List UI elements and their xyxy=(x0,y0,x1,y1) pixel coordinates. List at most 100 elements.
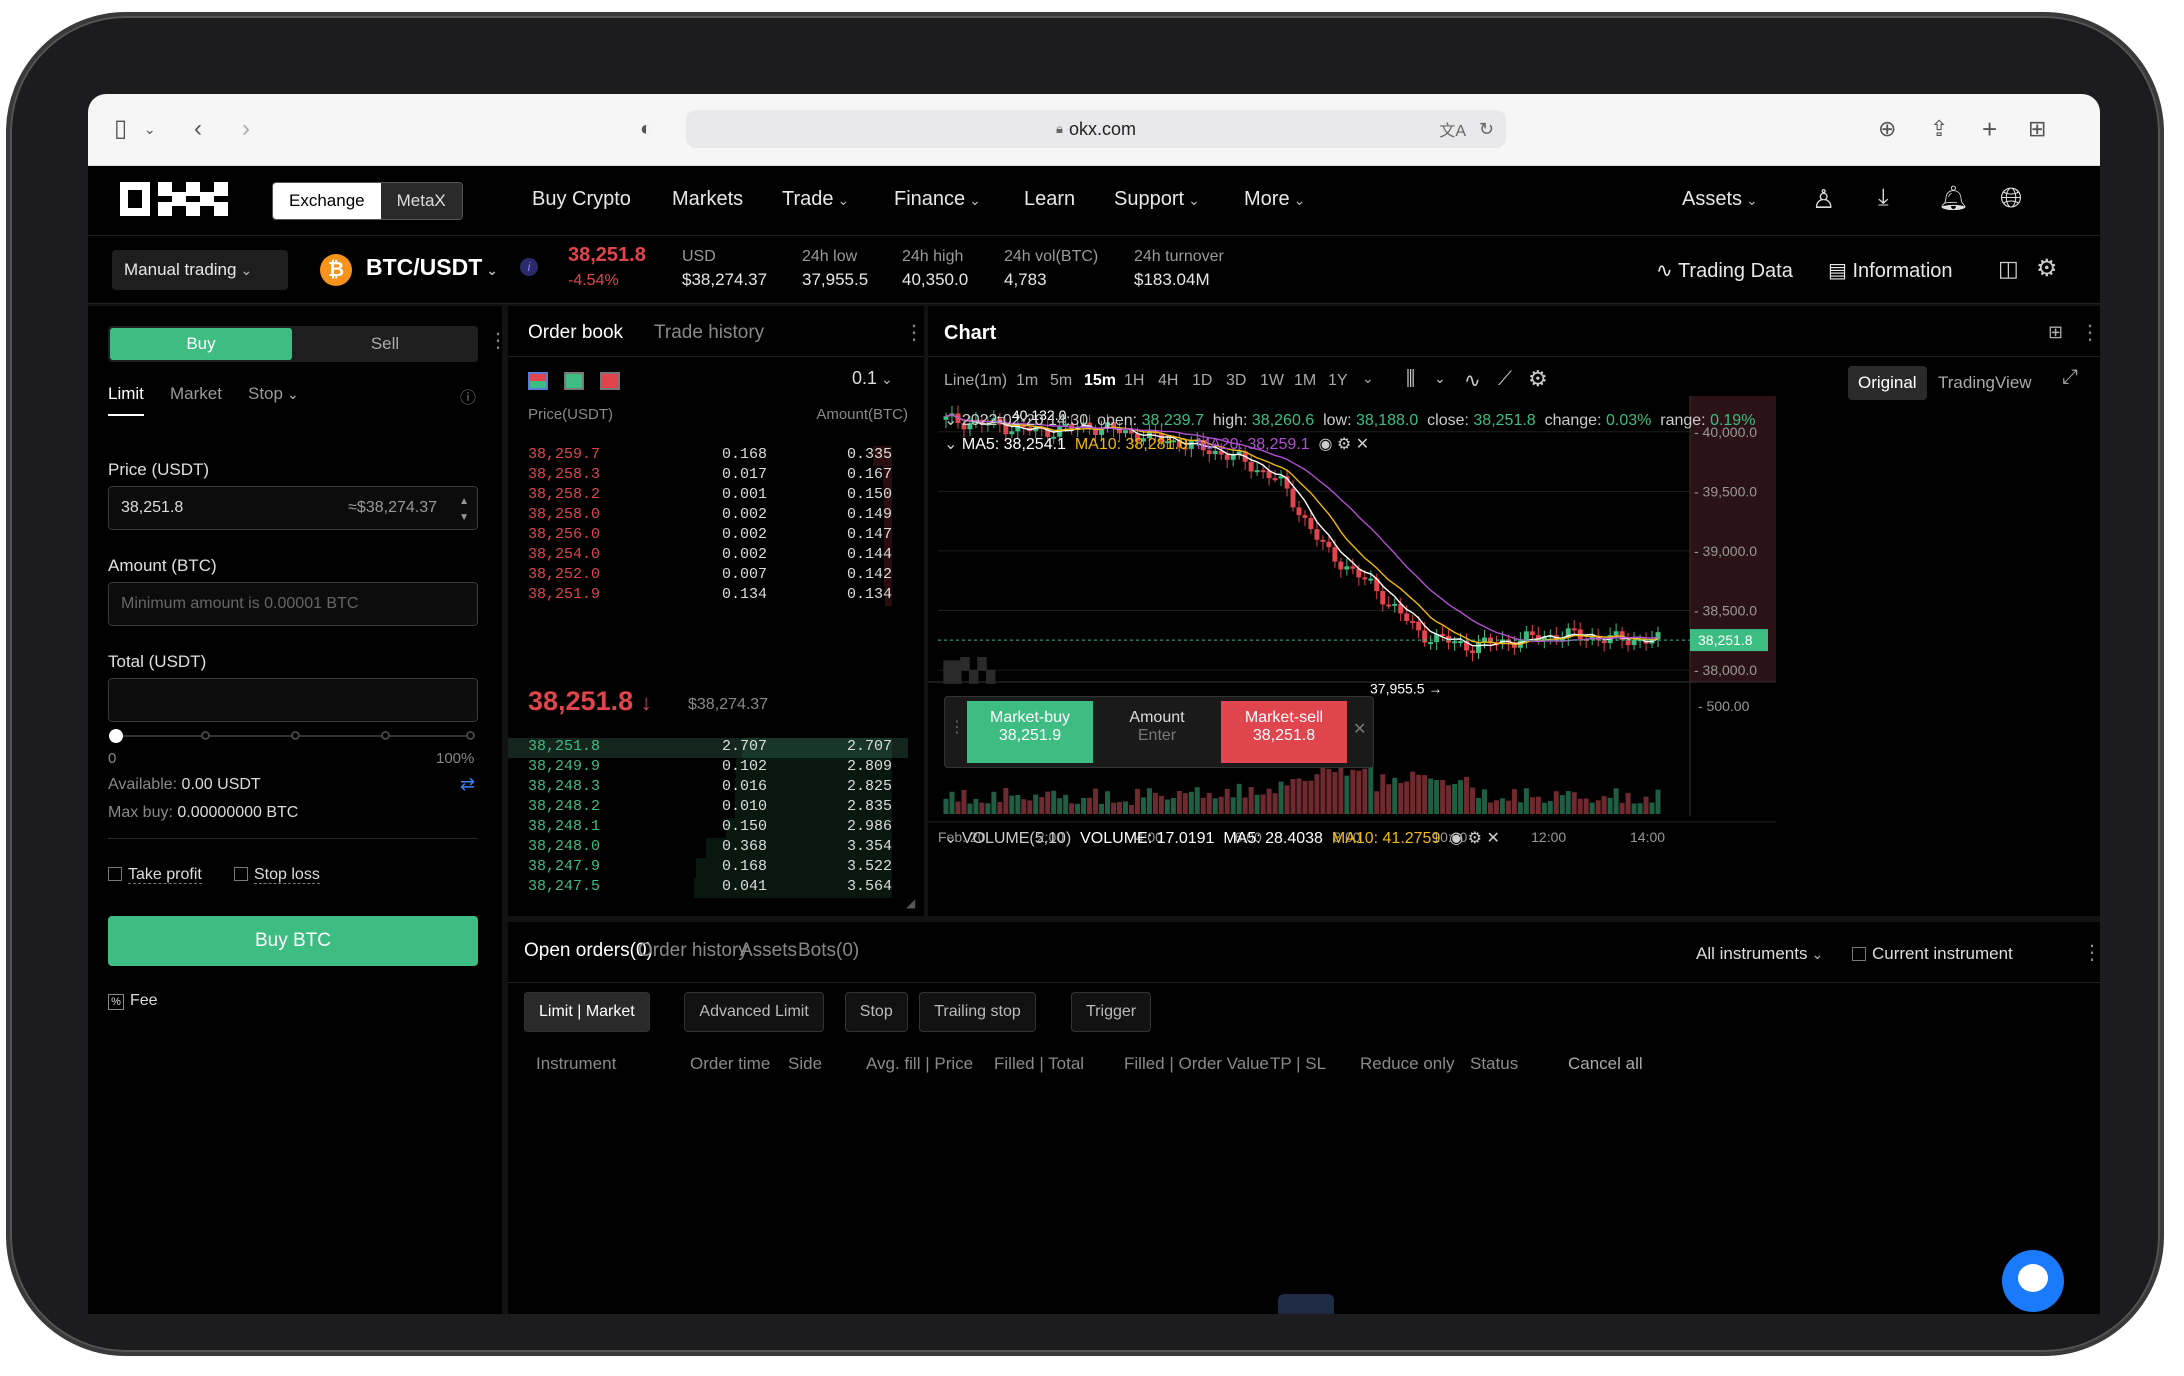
indicator-icon[interactable]: ∿ xyxy=(1464,368,1481,393)
orders-tab-0[interactable]: Open orders(0) xyxy=(524,940,653,962)
quick-amount-input[interactable]: Amount Enter xyxy=(1095,701,1219,763)
gear-icon[interactable]: ⚙ xyxy=(1528,366,1548,392)
slider-tick[interactable] xyxy=(201,731,210,740)
more-vertical-icon[interactable]: ⋮ xyxy=(2082,940,2100,965)
translate-icon[interactable]: 文A xyxy=(1439,117,1466,141)
order-filter-2[interactable]: Stop xyxy=(844,992,908,1032)
candle-type-icon[interactable]: ⫼ xyxy=(1406,368,1415,391)
pair-selector[interactable]: BTC/USDT ⌄ xyxy=(366,254,498,281)
interval-4h[interactable]: 4H xyxy=(1158,372,1178,390)
chat-button[interactable] xyxy=(2002,1250,2064,1312)
ask-row[interactable]: 38,258.3 0.017 0.167 xyxy=(508,466,908,486)
order-filter-0[interactable]: Limit | Market xyxy=(524,992,650,1032)
nav-buy-crypto[interactable]: Buy Crypto xyxy=(532,188,631,211)
book-bids-icon[interactable] xyxy=(564,372,584,390)
bid-row[interactable]: 38,247.9 0.168 3.522 xyxy=(508,858,908,878)
draw-icon[interactable]: ⟋ xyxy=(1498,368,1512,391)
view-tradingview[interactable]: TradingView xyxy=(1938,366,2032,400)
gear-icon[interactable]: ⚙ xyxy=(1337,436,1351,453)
chevron-down-icon[interactable]: ⌄ xyxy=(944,436,957,453)
amount-input[interactable]: Minimum amount is 0.00001 BTC xyxy=(108,582,478,626)
new-tab-icon[interactable]: + xyxy=(1982,114,1997,144)
eye-icon[interactable]: ◉ xyxy=(1319,436,1333,453)
slider-tick[interactable] xyxy=(466,731,475,740)
nav-finance[interactable]: Finance ⌄ xyxy=(894,188,981,211)
decrement-icon[interactable]: ▼ xyxy=(459,497,469,539)
ask-row[interactable]: 38,258.2 0.001 0.150 xyxy=(508,486,908,506)
interval-1w[interactable]: 1W xyxy=(1260,372,1284,390)
nav-support[interactable]: Support ⌄ xyxy=(1114,188,1200,211)
order-filter-1[interactable]: Advanced Limit xyxy=(684,992,824,1032)
address-bar[interactable]: 🔒︎ okx.com 文A ↻ xyxy=(686,110,1506,148)
trading-mode-select[interactable]: Manual trading ⌄ xyxy=(112,250,288,290)
book-asks-icon[interactable] xyxy=(600,372,620,390)
ask-row[interactable]: 38,258.0 0.002 0.149 xyxy=(508,506,908,526)
interval-1y[interactable]: 1Y xyxy=(1328,372,1348,390)
total-input[interactable] xyxy=(108,678,478,722)
stop-loss-checkbox[interactable]: Stop loss xyxy=(234,866,320,884)
app-download-icon[interactable]: ⤓ xyxy=(1878,184,1889,212)
nav-more[interactable]: More ⌄ xyxy=(1244,188,1305,211)
okx-logo[interactable] xyxy=(120,182,230,216)
interval-line1m[interactable]: Line(1m) xyxy=(944,372,1007,390)
close-icon[interactable]: ✕ xyxy=(1356,436,1369,453)
gear-icon[interactable]: ⚙ xyxy=(1468,830,1482,847)
orders-col-9[interactable]: Cancel all xyxy=(1568,1054,1643,1074)
gear-icon[interactable]: ⚙ xyxy=(2036,254,2058,283)
take-profit-checkbox[interactable]: Take profit xyxy=(108,866,202,884)
forward-icon[interactable]: › xyxy=(242,114,250,144)
market-buy-button[interactable]: Market-buy 38,251.9 xyxy=(967,701,1093,763)
close-icon[interactable]: ✕ xyxy=(1486,830,1499,847)
fee-link[interactable]: % Fee xyxy=(108,992,158,1010)
globe-icon[interactable]: 🌐︎ xyxy=(2000,182,2022,215)
bell-icon[interactable]: 🔔︎ xyxy=(1938,184,1968,213)
orders-tab-1[interactable]: Order history xyxy=(638,940,748,962)
market-sell-button[interactable]: Market-sell 38,251.8 xyxy=(1221,701,1347,763)
bid-row[interactable]: 38,248.1 0.150 2.986 xyxy=(508,818,908,838)
more-vertical-icon[interactable]: ⋮ xyxy=(2080,320,2100,345)
help-icon[interactable]: ⓘ xyxy=(460,384,476,408)
interval-3d[interactable]: 3D xyxy=(1226,372,1246,390)
nav-trade[interactable]: Trade ⌄ xyxy=(782,188,849,211)
slider-tick[interactable] xyxy=(381,731,390,740)
precision-select[interactable]: 0.1 ⌄ xyxy=(852,368,893,389)
drag-handle-icon[interactable]: ⋮ xyxy=(949,717,965,737)
nav-markets[interactable]: Markets xyxy=(672,188,743,211)
order-type-stop[interactable]: Stop ⌄ xyxy=(248,384,299,404)
interval-1m[interactable]: 1M xyxy=(1294,372,1316,390)
view-original[interactable]: Original xyxy=(1848,366,1927,400)
bid-row[interactable]: 38,248.0 0.368 3.354 xyxy=(508,838,908,858)
price-input[interactable]: 38,251.8 ≈$38,274.37 ▲ ▼ xyxy=(108,486,478,530)
buy-tab[interactable]: Buy xyxy=(110,328,292,360)
share-icon[interactable]: ⇪ xyxy=(1930,114,1948,144)
order-filter-4[interactable]: Trigger xyxy=(1071,992,1152,1032)
bid-row[interactable]: 38,248.2 0.010 2.835 xyxy=(508,798,908,818)
orders-tab-2[interactable]: Assets xyxy=(740,940,797,962)
interval-15m[interactable]: 15m xyxy=(1084,372,1116,390)
interval-5m[interactable]: 5m xyxy=(1050,372,1072,390)
close-icon[interactable]: ✕ xyxy=(1353,719,1366,739)
ask-row[interactable]: 38,256.0 0.002 0.147 xyxy=(508,526,908,546)
ask-row[interactable]: 38,259.7 0.168 0.335 xyxy=(508,446,908,466)
exchange-tab[interactable]: Exchange xyxy=(273,183,381,219)
bid-row[interactable]: 38,249.9 0.102 2.809 xyxy=(508,758,908,778)
ask-row[interactable]: 38,251.9 0.134 0.134 xyxy=(508,586,908,606)
fullscreen-icon[interactable]: ⤢ xyxy=(2062,366,2078,389)
book-both-icon[interactable] xyxy=(528,372,548,390)
more-vertical-icon[interactable]: ⋮ xyxy=(904,320,924,345)
orders-tab-3[interactable]: Bots(0) xyxy=(798,940,859,962)
more-vertical-icon[interactable]: ⋮ xyxy=(488,328,508,353)
download-icon[interactable]: ⊕ xyxy=(1878,114,1896,144)
sell-tab[interactable]: Sell xyxy=(294,328,476,360)
tab-order-book[interactable]: Order book xyxy=(528,322,623,344)
tabs-overview-icon[interactable]: ⊞ xyxy=(2028,114,2046,144)
information-link[interactable]: ▤ Information xyxy=(1828,258,1953,283)
info-icon[interactable]: i xyxy=(520,258,538,276)
ask-row[interactable]: 38,254.0 0.002 0.144 xyxy=(508,546,908,566)
metax-tab[interactable]: MetaX xyxy=(380,183,462,219)
slider-tick[interactable] xyxy=(291,731,300,740)
chevron-down-icon[interactable]: ⌄ xyxy=(1362,370,1374,387)
order-type-limit[interactable]: Limit xyxy=(108,384,144,416)
ask-row[interactable]: 38,252.0 0.007 0.142 xyxy=(508,566,908,586)
instrument-filter[interactable]: All instruments ⌄ xyxy=(1696,944,1823,964)
